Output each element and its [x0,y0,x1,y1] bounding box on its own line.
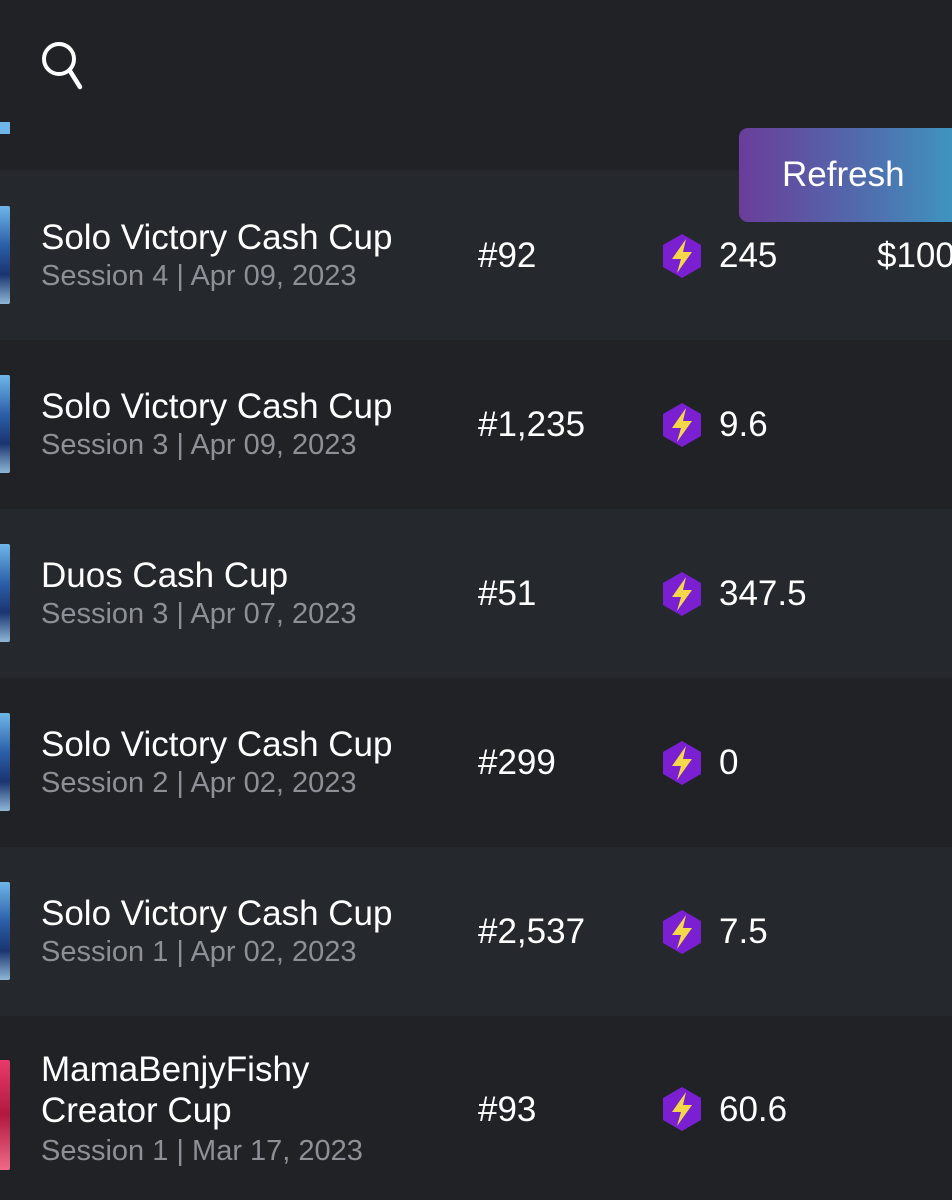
lightning-points-icon [663,1087,701,1131]
event-session-date: Session 1 | Apr 02, 2023 [41,936,357,968]
event-rank: #1,235 [478,405,586,444]
event-points: 347.5 [719,574,807,613]
event-points: 60.6 [719,1090,788,1129]
event-thumbnail [0,375,10,473]
event-rank: #2,537 [478,912,586,951]
event-prize: $100 [877,236,952,275]
lightning-points-icon [663,741,701,785]
lightning-points-icon [663,910,701,954]
event-points: 7.5 [719,912,768,951]
refresh-button[interactable]: Refresh [739,128,952,222]
event-title: Solo Victory Cash Cup [41,218,393,257]
event-thumbnail [0,713,10,811]
event-rank: #92 [478,236,537,275]
event-thumbnail [0,206,10,304]
event-session-date: Session 4 | Apr 09, 2023 [41,260,357,292]
lightning-points-icon [663,403,701,447]
search-icon[interactable] [40,40,86,92]
list-item[interactable]: Solo Victory Cash Cup Session 2 | Apr 02… [0,678,952,847]
list-item[interactable]: Solo Victory Cash Cup Session 3 | Apr 09… [0,340,952,509]
event-rank: #299 [478,743,556,782]
event-thumbnail [0,882,10,980]
event-rank: #93 [478,1090,537,1129]
event-session-date: Session 3 | Apr 07, 2023 [41,598,357,630]
list-item[interactable]: Duos Cash Cup Session 3 | Apr 07, 2023 #… [0,509,952,678]
lightning-points-icon [663,572,701,616]
event-title: Solo Victory Cash Cup [41,725,393,764]
event-points: 245 [719,236,778,275]
event-session-date: Session 3 | Apr 09, 2023 [41,429,357,461]
top-bar [0,0,952,130]
event-title: Solo Victory Cash Cup [41,387,393,426]
event-points: 9.6 [719,405,768,444]
event-points: 0 [719,743,739,782]
lightning-points-icon [663,234,701,278]
event-title: Solo Victory Cash Cup [41,894,393,933]
event-title: Duos Cash Cup [41,556,289,595]
event-title: MamaBenjyFishy Creator Cup [41,1050,310,1130]
event-rank: #51 [478,574,537,613]
event-session-date: Session 2 | Apr 02, 2023 [41,767,357,799]
event-thumbnail [0,544,10,642]
refresh-button-label: Refresh [782,155,905,194]
list-item[interactable]: Solo Victory Cash Cup Session 1 | Apr 02… [0,847,952,1016]
list-item[interactable]: MamaBenjyFishy Creator Cup Session 1 | M… [0,1016,952,1200]
event-thumbnail [0,1060,10,1170]
event-session-date: Session 1 | Mar 17, 2023 [41,1135,363,1167]
list-item-thumbnail [0,122,10,134]
